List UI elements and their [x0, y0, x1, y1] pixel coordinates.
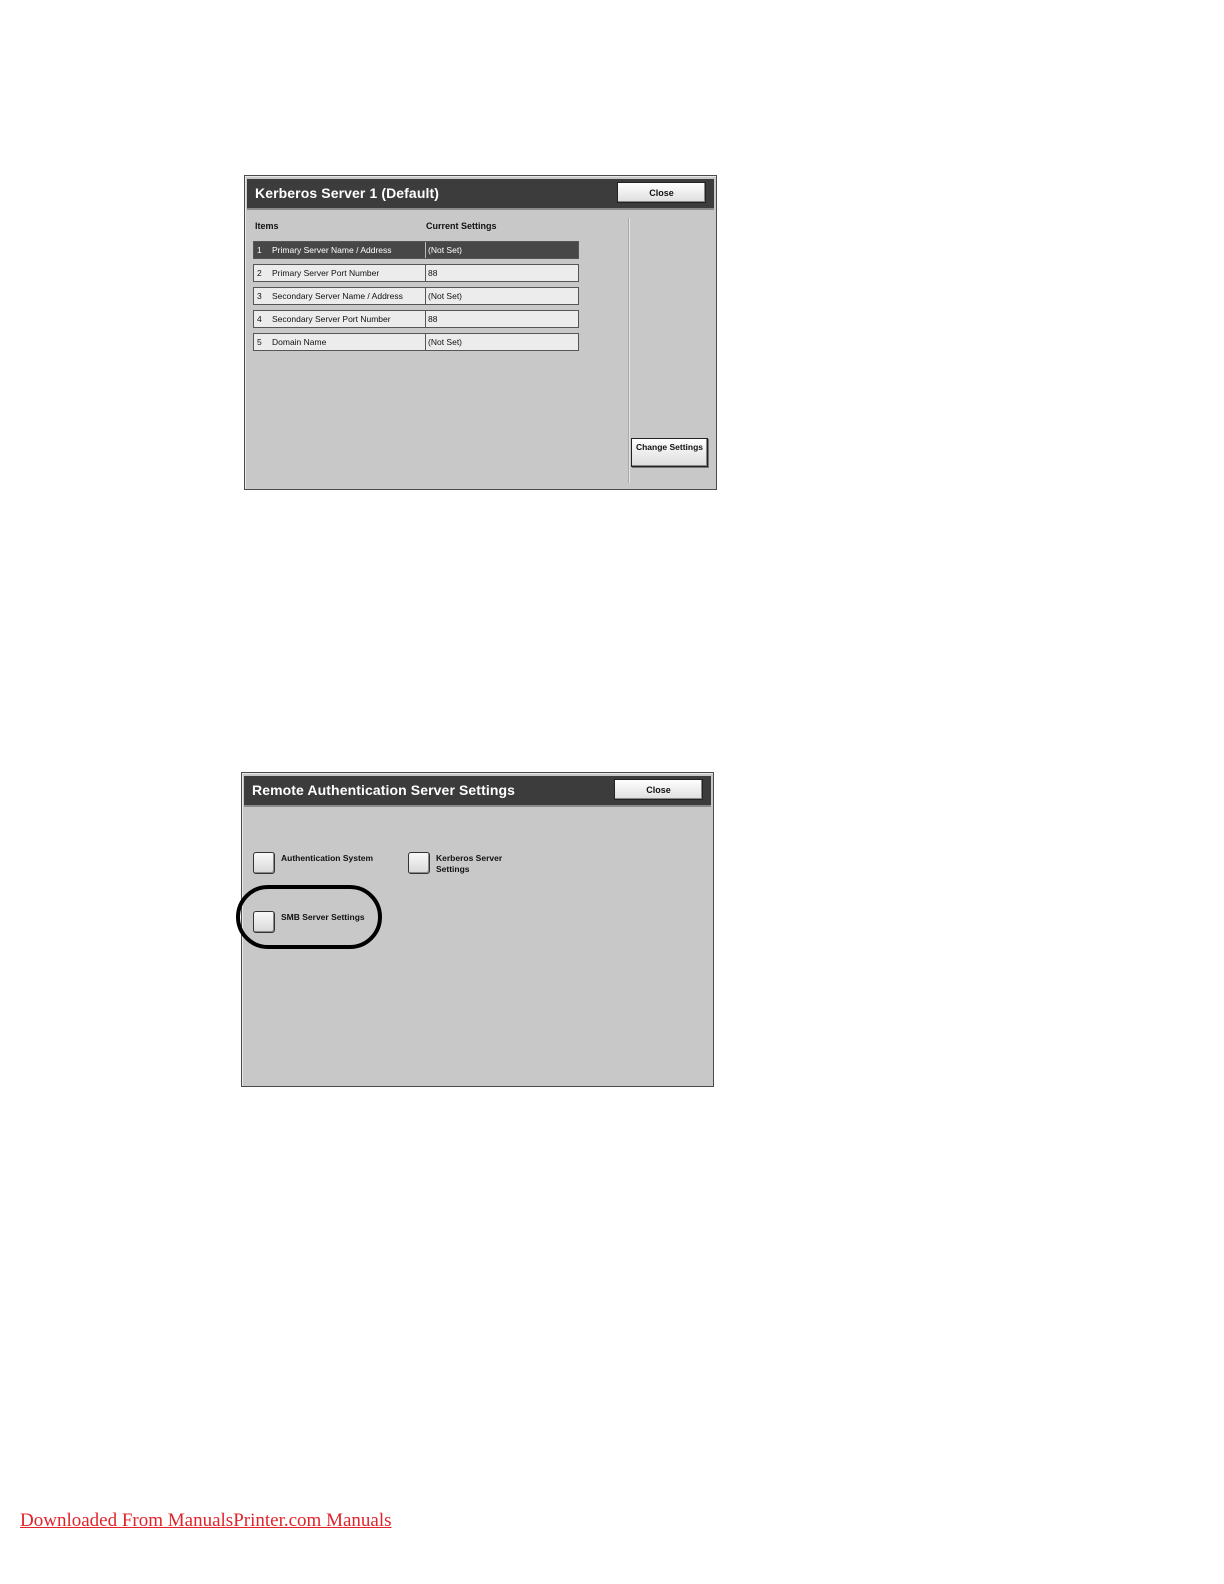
row-number: 1 [257, 245, 262, 255]
row-value: (Not Set) [425, 288, 578, 304]
row-number: 2 [257, 268, 262, 278]
highlight-circle [236, 885, 382, 949]
table-row-domain-name[interactable]: 5 Domain Name (Not Set) [253, 333, 579, 351]
dialog-title: Kerberos Server 1 (Default) [255, 185, 439, 201]
remote-authentication-dialog: Remote Authentication Server Settings Cl… [236, 772, 714, 1087]
authentication-system-option[interactable]: Authentication System [253, 852, 373, 874]
option-button-icon [408, 852, 430, 874]
table-row-primary-server-port[interactable]: 2 Primary Server Port Number 88 [253, 264, 579, 282]
kerberos-server-settings-option[interactable]: Kerberos Server Settings [408, 852, 502, 875]
column-header-items: Items [255, 221, 279, 231]
row-item: Domain Name [272, 337, 327, 347]
dialog-title-bar: Remote Authentication Server Settings Cl… [244, 776, 711, 807]
change-settings-button[interactable]: Change Settings [631, 438, 708, 467]
option-label-line: Settings [436, 864, 470, 874]
column-header-current-settings: Current Settings [426, 221, 497, 231]
table-row-secondary-server-name[interactable]: 3 Secondary Server Name / Address (Not S… [253, 287, 579, 305]
row-value: 88 [425, 265, 578, 281]
close-button[interactable]: Close [614, 779, 703, 800]
table-row-secondary-server-port[interactable]: 4 Secondary Server Port Number 88 [253, 310, 579, 328]
settings-table: 1 Primary Server Name / Address (Not Set… [253, 241, 579, 356]
row-item: Primary Server Name / Address [272, 245, 392, 255]
row-value: (Not Set) [425, 334, 578, 350]
row-item: Primary Server Port Number [272, 268, 380, 278]
row-number: 4 [257, 314, 262, 324]
row-number: 5 [257, 337, 262, 347]
row-item: Secondary Server Port Number [272, 314, 391, 324]
dialog-title: Remote Authentication Server Settings [252, 782, 516, 798]
row-number: 3 [257, 291, 262, 301]
kerberos-server-dialog: Kerberos Server 1 (Default) Close Items … [244, 175, 717, 490]
row-value: 88 [425, 311, 578, 327]
table-row-primary-server-name[interactable]: 1 Primary Server Name / Address (Not Set… [253, 241, 579, 259]
footer-download-link[interactable]: Downloaded From ManualsPrinter.com Manua… [20, 1510, 392, 1532]
option-label: Kerberos Server Settings [436, 853, 502, 875]
dialog-title-bar: Kerberos Server 1 (Default) Close [247, 179, 714, 210]
close-button[interactable]: Close [617, 182, 706, 203]
row-item: Secondary Server Name / Address [272, 291, 403, 301]
panel-divider [628, 218, 629, 483]
option-label-line: Kerberos Server [436, 853, 503, 863]
option-button-icon [253, 852, 275, 874]
row-value: (Not Set) [425, 242, 578, 258]
option-label: Authentication System [281, 853, 374, 863]
